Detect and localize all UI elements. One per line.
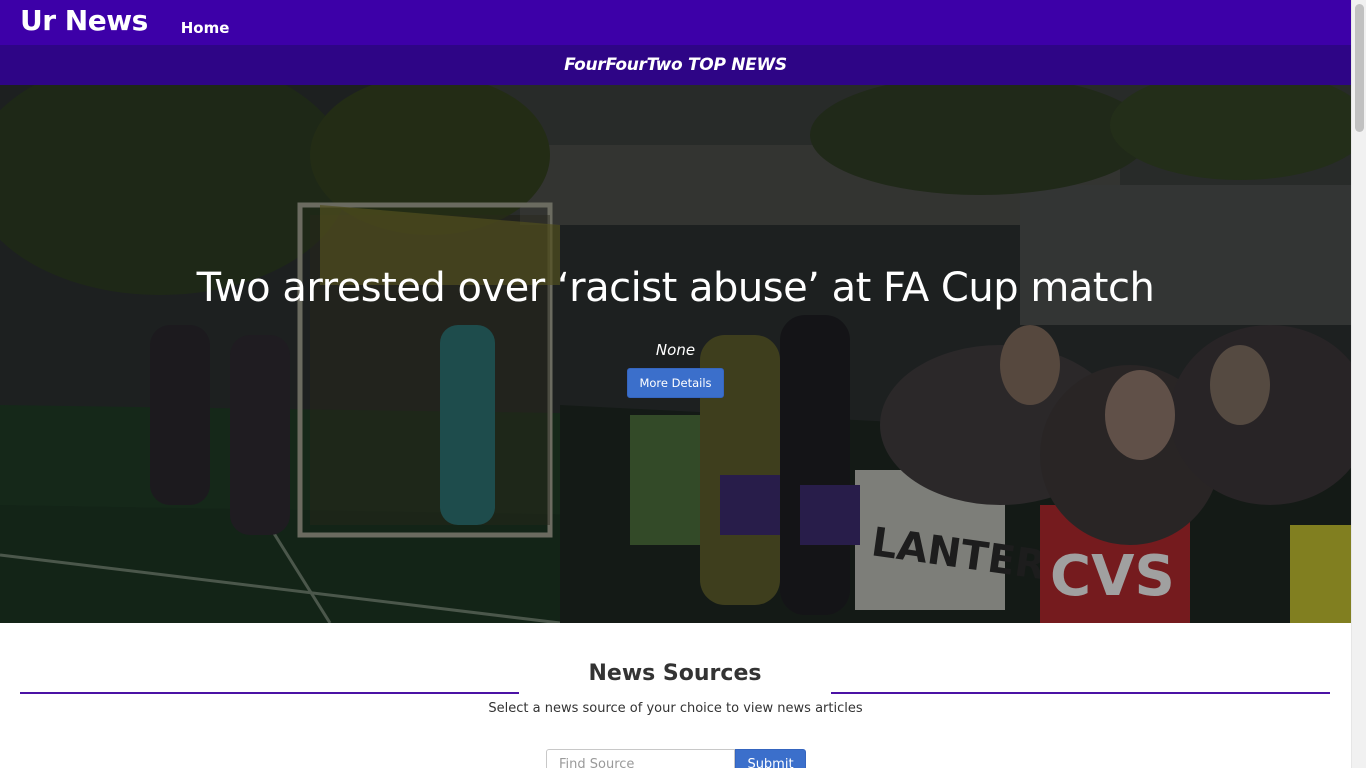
source-search-form: Submit xyxy=(546,749,806,768)
hero-headline: Two arrested over ‘racist abuse’ at FA C… xyxy=(196,265,1155,311)
brand-logo[interactable]: Ur News xyxy=(20,0,148,43)
sources-subtitle: Select a news source of your choice to v… xyxy=(488,701,863,716)
source-header-title: FourFourTwo TOP NEWS xyxy=(564,55,787,75)
submit-button[interactable]: Submit xyxy=(735,749,806,768)
news-sources-section: News Sources Select a news source of you… xyxy=(0,623,1351,768)
title-divider-left xyxy=(20,692,519,694)
top-navbar: Ur News Home xyxy=(0,0,1351,45)
title-divider-right xyxy=(831,692,1330,694)
nav-home-link[interactable]: Home xyxy=(181,19,230,37)
source-header-bar: FourFourTwo TOP NEWS xyxy=(0,45,1351,85)
scrollbar-thumb[interactable] xyxy=(1355,4,1364,132)
hero-content: Two arrested over ‘racist abuse’ at FA C… xyxy=(0,265,1351,398)
find-source-input[interactable] xyxy=(546,749,735,768)
sources-title-row: News Sources xyxy=(20,661,1330,701)
hero-description: None xyxy=(655,341,696,359)
hero-banner: LANTERN CVS Two arrested over ‘racist ab… xyxy=(0,85,1351,623)
page-scrollbar[interactable] xyxy=(1351,0,1366,768)
sources-title: News Sources xyxy=(588,661,762,686)
more-details-button[interactable]: More Details xyxy=(627,368,724,398)
